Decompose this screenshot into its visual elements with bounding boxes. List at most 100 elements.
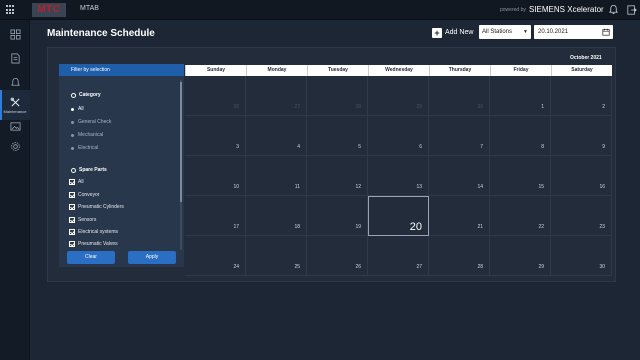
radio-ring-icon bbox=[71, 167, 76, 173]
app-name: MTAB bbox=[80, 5, 99, 12]
calendar-day-cell[interactable]: 4 bbox=[246, 116, 307, 156]
weekday-label: Sunday bbox=[185, 65, 246, 76]
spare-part-checkbox[interactable]: Conveyor bbox=[69, 192, 99, 198]
calendar-day-number: 21 bbox=[477, 224, 483, 230]
spare-part-label: Electrical systems bbox=[78, 229, 119, 235]
calendar-day-cell-today[interactable]: 20 bbox=[368, 196, 429, 236]
calendar-day-number: 11 bbox=[294, 184, 300, 190]
category-option[interactable]: General Check bbox=[71, 119, 111, 125]
calendar-day-cell[interactable]: 26 bbox=[307, 236, 368, 276]
calendar-day-number: 29 bbox=[538, 264, 544, 270]
apply-button[interactable]: Apply bbox=[128, 251, 176, 264]
calendar-day-cell[interactable]: 26 bbox=[185, 76, 246, 116]
calendar-day-cell[interactable]: 29 bbox=[368, 76, 429, 116]
calendar-day-cell[interactable]: 7 bbox=[429, 116, 490, 156]
image-icon bbox=[10, 121, 20, 131]
settings-gear-icon bbox=[10, 141, 20, 151]
weekday-label: Friday bbox=[490, 65, 551, 76]
calendar-day-number: 4 bbox=[297, 144, 300, 150]
calendar-day-number: 28 bbox=[355, 104, 361, 110]
category-option-label: General Check bbox=[78, 119, 112, 125]
spare-part-label: Sensors bbox=[78, 217, 97, 223]
calendar-day-cell[interactable]: 28 bbox=[307, 76, 368, 116]
calendar-day-cell[interactable]: 23 bbox=[551, 196, 612, 236]
category-option[interactable]: Electrical bbox=[71, 145, 98, 151]
calendar-day-number: 26 bbox=[355, 264, 361, 270]
calendar-day-cell[interactable]: 14 bbox=[429, 156, 490, 196]
checkbox-checked-icon bbox=[69, 217, 75, 223]
calendar-day-cell[interactable]: 30 bbox=[429, 76, 490, 116]
spare-part-checkbox[interactable]: Electrical systems bbox=[69, 229, 118, 235]
calendar-day-number: 24 bbox=[233, 264, 239, 270]
calendar-day-cell[interactable]: 5 bbox=[307, 116, 368, 156]
calendar-day-number: 30 bbox=[599, 264, 605, 270]
nav-documents[interactable] bbox=[0, 46, 30, 70]
date-value: 20.10.2021 bbox=[538, 29, 569, 35]
calendar-day-cell[interactable]: 27 bbox=[368, 236, 429, 276]
spare-part-checkbox[interactable]: Pneumatic Cylinders bbox=[69, 204, 124, 210]
calendar-day-cell[interactable]: 6 bbox=[368, 116, 429, 156]
calendar-day-cell[interactable]: 15 bbox=[490, 156, 551, 196]
calendar-icon[interactable] bbox=[602, 28, 610, 36]
bell-icon bbox=[10, 77, 20, 86]
calendar-day-cell[interactable]: 22 bbox=[490, 196, 551, 236]
date-picker[interactable]: 20.10.2021 bbox=[534, 25, 613, 39]
calendar-day-cell[interactable]: 27 bbox=[246, 76, 307, 116]
nav-settings[interactable] bbox=[0, 134, 30, 158]
calendar-day-number: 14 bbox=[477, 184, 483, 190]
weekday-label: Thursday bbox=[429, 65, 490, 76]
calendar-day-cell[interactable]: 13 bbox=[368, 156, 429, 196]
category-option-label: Electrical bbox=[78, 145, 99, 151]
calendar-day-cell[interactable]: 17 bbox=[185, 196, 246, 236]
spare-part-checkbox[interactable]: All bbox=[69, 179, 84, 185]
calendar-day-cell[interactable]: 24 bbox=[185, 236, 246, 276]
calendar-day-cell[interactable]: 28 bbox=[429, 236, 490, 276]
category-option[interactable]: Mechanical bbox=[71, 132, 103, 138]
checkbox-checked-icon bbox=[69, 179, 75, 185]
radio-dot-icon bbox=[71, 107, 74, 111]
app-logo: MTC bbox=[32, 3, 66, 17]
calendar-day-cell[interactable]: 9 bbox=[551, 116, 612, 156]
calendar-day-number: 8 bbox=[541, 144, 544, 150]
radio-ring-icon bbox=[71, 92, 76, 98]
calendar-day-number: 6 bbox=[419, 144, 422, 150]
weekday-label: Saturday bbox=[551, 65, 612, 76]
calendar-day-cell[interactable]: 25 bbox=[246, 236, 307, 276]
category-option-label: All bbox=[78, 106, 84, 112]
calendar-day-cell[interactable]: 30 bbox=[551, 236, 612, 276]
spare-part-checkbox[interactable]: Pneumatic Valves bbox=[69, 241, 118, 247]
calendar-day-number: 18 bbox=[294, 224, 300, 230]
calendar-day-cell[interactable]: 29 bbox=[490, 236, 551, 276]
weekday-header: Sunday Monday Tuesday Wednesday Thursday… bbox=[185, 65, 612, 76]
nav-dashboard[interactable] bbox=[0, 22, 30, 46]
calendar-day-cell[interactable]: 2 bbox=[551, 76, 612, 116]
powered-by-label: powered by bbox=[500, 7, 526, 13]
filter-scrollbar-thumb[interactable] bbox=[180, 82, 182, 202]
radio-dot-icon bbox=[71, 133, 74, 137]
calendar-day-cell[interactable]: 18 bbox=[246, 196, 307, 236]
calendar-day-number: 29 bbox=[416, 104, 422, 110]
calendar-day-cell[interactable]: 19 bbox=[307, 196, 368, 236]
calendar-day-number: 2 bbox=[602, 104, 605, 110]
add-new-button[interactable]: + Add New bbox=[432, 26, 473, 39]
calendar-grid: 26 27 28 29 30 1 2 3 4 5 6 7 8 9 10 11 12 13 14 15 16 17 18 19 2… bbox=[185, 76, 612, 276]
calendar-day-cell[interactable]: 8 bbox=[490, 116, 551, 156]
calendar-day-cell[interactable]: 16 bbox=[551, 156, 612, 196]
spare-part-checkbox[interactable]: Sensors bbox=[69, 217, 96, 223]
calendar-day-number: 17 bbox=[233, 224, 239, 230]
calendar-day-cell[interactable]: 11 bbox=[246, 156, 307, 196]
apps-grid-icon[interactable] bbox=[6, 5, 16, 15]
spare-part-label: Pneumatic Valves bbox=[78, 241, 118, 247]
calendar-day-cell[interactable]: 12 bbox=[307, 156, 368, 196]
calendar-day-cell[interactable]: 1 bbox=[490, 76, 551, 116]
calendar-day-cell[interactable]: 10 bbox=[185, 156, 246, 196]
plus-icon: + bbox=[432, 27, 442, 38]
clear-button[interactable]: Clear bbox=[67, 251, 115, 264]
station-select[interactable]: All Stations ▼ bbox=[479, 25, 531, 39]
calendar-day-cell[interactable]: 3 bbox=[185, 116, 246, 156]
bell-icon[interactable] bbox=[608, 4, 619, 15]
category-option[interactable]: All bbox=[71, 106, 84, 112]
logout-icon[interactable] bbox=[627, 5, 637, 15]
month-label: October 2021 bbox=[570, 55, 602, 61]
calendar-day-cell[interactable]: 21 bbox=[429, 196, 490, 236]
